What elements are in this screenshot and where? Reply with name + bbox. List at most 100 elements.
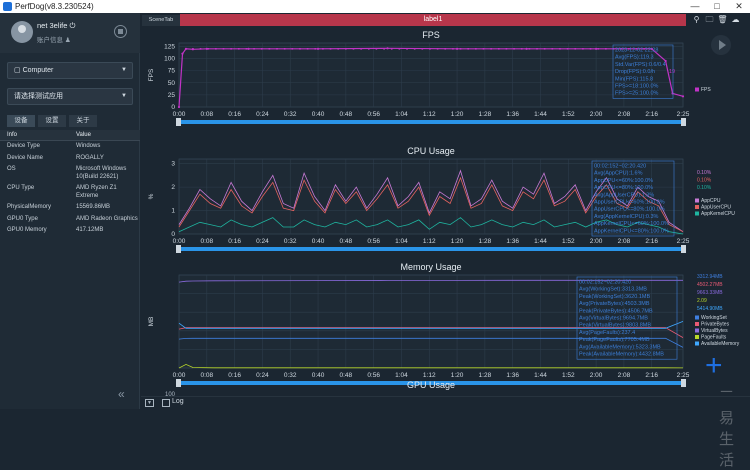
data-point [455,47,459,50]
x-tick-label: 1:04 [395,111,408,118]
data-point [595,47,598,50]
plus-icon[interactable]: + [705,351,723,381]
maximize-button[interactable]: □ [706,0,728,13]
collapse-icon[interactable]: « [118,387,125,401]
x-tick-label: 0:40 [312,238,325,245]
current-value: 0.10% [697,178,712,184]
fps-marker [276,48,278,50]
account-info-label: 账户信息 [37,37,63,44]
x-tick-label: 0:08 [200,111,213,118]
fps-marker [207,48,209,50]
data-point [247,47,250,50]
label-bar[interactable]: label1 [180,14,686,26]
power-icon[interactable]: ⏻ [70,21,76,30]
chevron-down-icon: ▼ [121,67,127,73]
x-tick-label: 2:00 [590,111,603,118]
fps-marker [482,48,485,50]
expand-log-icon[interactable]: ▼ [145,399,154,407]
current-value: 5414.90MB [697,306,723,312]
device-select[interactable]: ▢ Computer ▼ [7,62,133,79]
x-tick-label: 2:08 [618,372,631,379]
fps-marker [497,48,500,50]
x-tick-label: 1:36 [506,372,519,379]
table-row: PhysicalMemory 15569.86MB [0,202,140,214]
fps-marker [574,48,577,50]
app-select[interactable]: 请选择测试应用 ▼ [7,88,133,105]
main-panel: SceneTab label1 ⚲ 🗀 🗑 ☁ FPS 0:00 0:08 0:16 0… [141,13,750,469]
row-key: OS [7,166,16,172]
scene-tab[interactable]: SceneTab [142,15,180,26]
legend-swatch [695,87,699,92]
fps-marker [222,48,225,50]
x-tick-label: 0:08 [200,372,213,379]
minimize-button[interactable]: — [684,0,706,13]
x-tick-label: 1:20 [451,238,464,245]
folder-icon[interactable]: 🗀 [704,14,715,25]
table-row: Device Name ROGALLY [0,153,140,165]
x-tick-label: 1:04 [395,238,408,245]
play-icon[interactable] [711,35,731,55]
data-point [525,47,528,50]
charts-area[interactable]: FPS 0:00 0:08 0:16 0:24 0:32 0:40 0:48 0:56 1:04 1… [141,27,750,397]
x-tick-label: 1:20 [451,111,464,118]
stop-button[interactable] [114,25,127,38]
y-tick-label: 125 [164,43,175,50]
tab-settings[interactable]: 设置 [38,115,66,127]
fps-marker [589,48,592,50]
log-label: Log [172,398,184,405]
sidebar: net 3elife ⏻ 账户信息 ♟ ▢ Computer ▼ 请选择测试应用… [0,13,140,409]
account-info-link[interactable]: 账户信息 ♟ [37,34,71,44]
avatar[interactable] [11,21,33,43]
row-key: Device Name [7,154,44,161]
y-tick-label: 2 [171,184,175,191]
fps-marker [398,48,401,50]
fps-marker [253,48,255,50]
legend-label: PageFaults [701,335,727,341]
fps-marker [367,48,370,50]
x-tick-label: 0:00 [173,372,186,379]
x-tick-label: 1:28 [479,111,492,118]
slider-handle-left [176,379,181,387]
x-tick-label: 1:28 [479,372,492,379]
stat-text: FPS>=25:100.0% [615,91,659,97]
x-tick-label: 1:28 [479,238,492,245]
slider-handle-right [681,118,686,126]
cloud-icon[interactable]: ☁ [730,14,741,25]
location-icon[interactable]: ⚲ [691,14,702,25]
row-key: GPU0 Memory [7,227,47,233]
x-tick-label: 1:52 [562,372,575,379]
x-tick-label: 0:16 [228,372,241,379]
stat-text: AppCPU<=60%:100.0% [594,178,653,184]
x-tick-label: 2:16 [645,238,658,245]
app-logo-icon [3,2,12,11]
stat-text: Peak(VirtualBytes):9803.8MB [579,323,651,329]
x-tick-label: 0:08 [200,238,213,245]
stat-text: Avg(FPS):119.3 [615,55,654,61]
fps-marker [192,48,194,50]
y-tick-label: 75 [168,68,176,75]
fps-marker [475,48,477,50]
trash-icon[interactable]: 🗑 [717,14,728,25]
x-tick-label: 0:56 [367,238,380,245]
fps-marker [215,48,217,50]
fps-marker [528,48,531,50]
log-checkbox[interactable] [162,399,170,407]
tab-device[interactable]: 设备 [7,115,35,127]
fps-marker [543,48,546,50]
tab-about[interactable]: 关于 [69,115,97,127]
x-tick-label: 1:12 [423,111,436,118]
close-button[interactable]: ✕ [728,0,750,13]
x-tick-label: 0:32 [284,111,297,118]
x-tick-label: 1:52 [562,238,575,245]
x-tick-label: 1:44 [534,111,547,118]
chart-title: CPU Usage [407,146,455,156]
window-title: PerfDog(v8.3.230524) [15,2,94,11]
y-tick-label: 0 [171,104,175,111]
stat-text: Avg(AvailableMemory):5323.3MB [579,344,661,350]
current-value: 0.10% [697,185,712,191]
row-value: Microsoft Windows 10(Build 22621) [76,166,127,180]
row-value: AMD Ryzen Z1 Extreme [76,185,117,199]
fps-marker [413,48,416,50]
data-point [181,52,184,55]
legend-label: AvailableMemory [701,341,740,347]
